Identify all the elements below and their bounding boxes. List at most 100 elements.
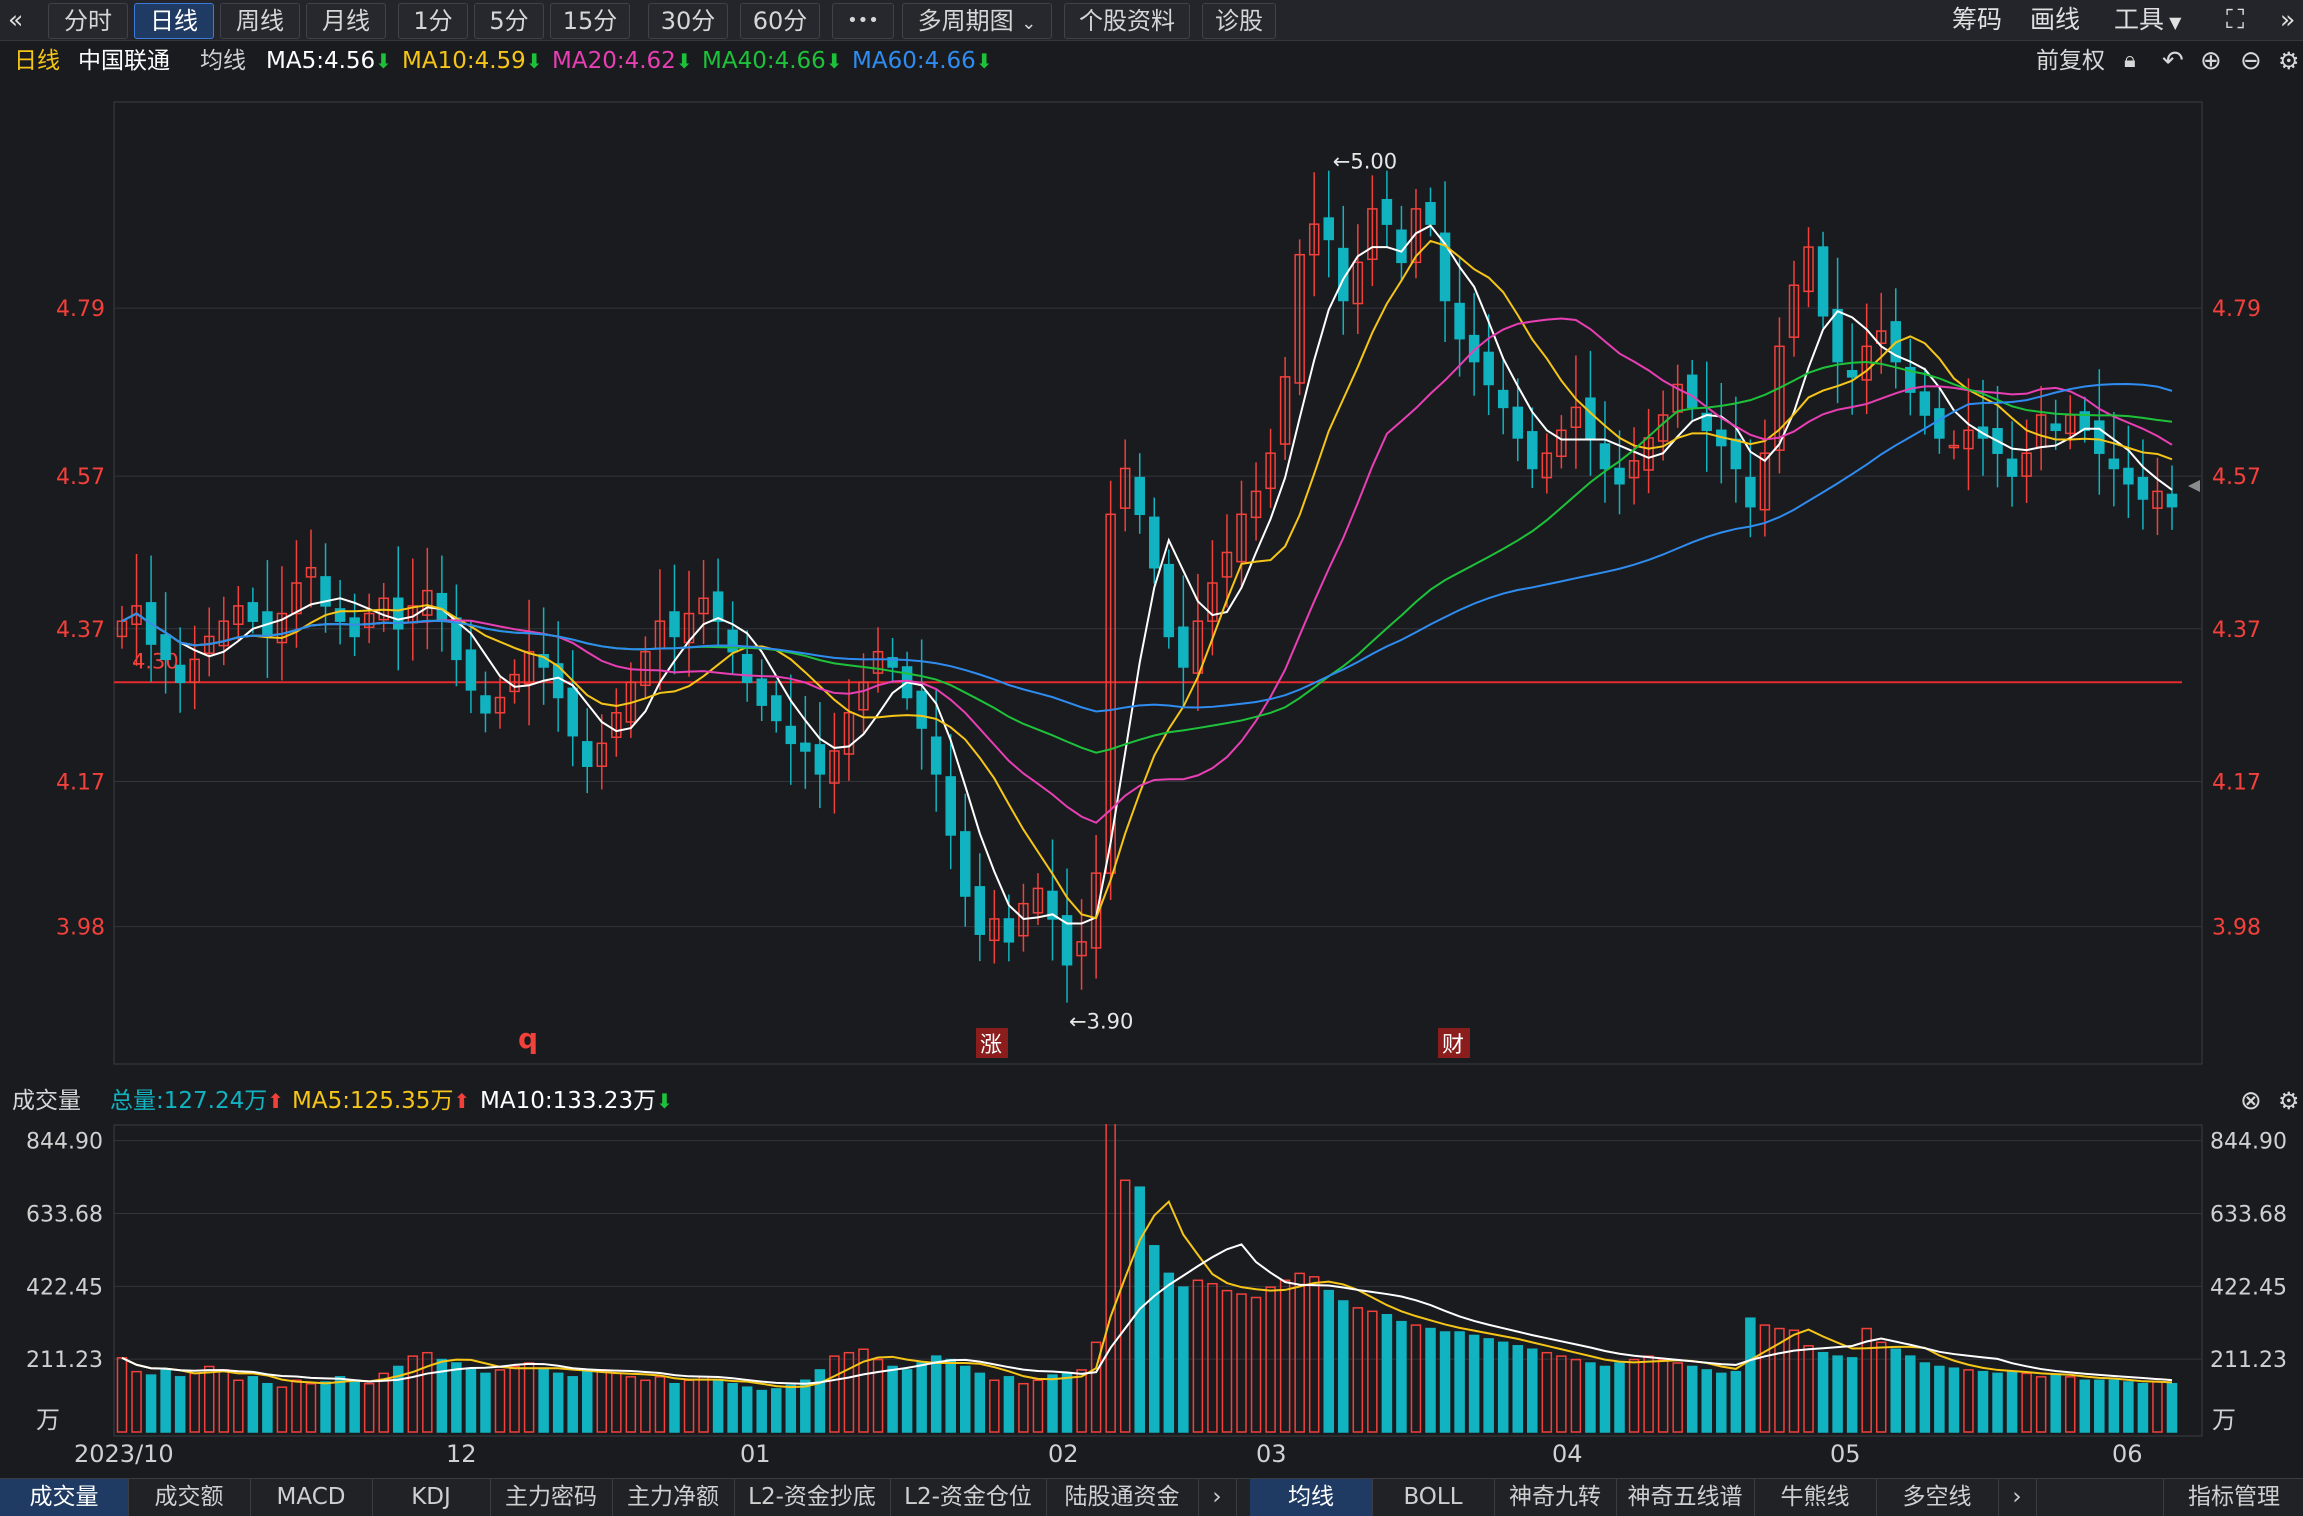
tab-ma[interactable]: 均线 [1250,1479,1373,1516]
diagnose-button[interactable]: 诊股 [1202,3,1276,39]
multi-period-dropdown[interactable]: 多周期图 ⌄ [902,3,1052,39]
tab-five-lines[interactable]: 神奇五线谱 [1616,1479,1755,1516]
zoom-out-icon[interactable]: ⊖ [2240,41,2262,81]
tab-l2-bottom[interactable]: L2-资金抄底 [734,1479,891,1516]
volume-bar [2021,1372,2032,1433]
volume-bar [611,1372,622,1433]
double-chevron-left-icon[interactable]: « [8,3,36,37]
stock-info-button[interactable]: 个股资料 [1064,3,1190,39]
volume-bar [1788,1329,1800,1433]
ma5-text: MA5:4.56 [266,48,376,74]
tab-boll[interactable]: BOLL [1372,1479,1495,1516]
tab-bull-bear[interactable]: 牛熊线 [1754,1479,1877,1516]
ma-title[interactable]: 均线 [200,41,246,81]
volume-bar [770,1388,782,1433]
tools-dropdown[interactable]: 工具 ▼ [2114,3,2181,37]
gear-icon[interactable]: ⚙ [2278,1080,2300,1122]
candle-body [2108,458,2120,470]
volume-bar [1003,1376,1015,1433]
moving-average-lines [121,224,2173,925]
adjust-mode[interactable]: 前复权 [2036,41,2105,81]
volume-bar [523,1362,535,1433]
volume-tick-right: 211.23 [2210,1348,2287,1373]
volume-chart[interactable]: 844.90 844.90 633.68 633.68 422.45 422.45 211.… [0,1124,2303,1440]
volume-bar [2079,1379,2091,1433]
tab-kdj[interactable]: KDJ [372,1479,491,1516]
chevron-right-icon[interactable]: › [1198,1479,1237,1516]
tab-turnover[interactable]: 成交额 [128,1479,251,1516]
period-tab-day[interactable]: 日线 [134,3,214,39]
volume-bar [843,1351,855,1433]
ma40-text: MA40:4.66 [702,48,826,74]
close-icon[interactable]: ⊗ [2240,1080,2262,1122]
volume-bar [1236,1293,1247,1433]
candle-body [727,629,738,653]
draw-line-button[interactable]: 画线 [2030,3,2080,37]
volume-bar [1875,1341,1887,1433]
period-tab-fenshi[interactable]: 分时 [48,3,128,39]
volume-bar [1614,1362,1625,1433]
lock-icon[interactable]: 🔒︎ [2124,41,2136,81]
volume-bar [1439,1331,1451,1433]
period-tab-1min[interactable]: 1分 [398,3,468,39]
price-chart[interactable]: 4.79 4.79 4.57 4.57 4.37 4.37 4.17 4.17 3.98 3.98… [0,82,2303,1068]
volume-bar [1570,1358,1582,1433]
tab-nine-turn[interactable]: 神奇九转 [1494,1479,1617,1516]
zoom-in-icon[interactable]: ⊕ [2200,41,2222,81]
volume-title[interactable]: 成交量 [12,1080,81,1122]
ma40-value: MA40:4.66⬇ [702,41,843,81]
arrow-down-icon: ⬇ [375,49,392,73]
candle-body [1686,374,1698,409]
indicator-manage-button[interactable]: 指标管理 [2163,1479,2303,1516]
volume-bar [1294,1272,1305,1433]
volume-bar [1396,1320,1407,1433]
period-tab-60min[interactable]: 60分 [740,3,820,39]
arrow-down-icon: ⬇ [525,49,543,73]
volume-bar [930,1355,942,1433]
volume-bar [1541,1351,1553,1433]
ma10-line [121,239,2173,920]
candle-body [1134,476,1145,516]
candle-body [465,649,477,691]
volume-bar [1963,1369,1974,1433]
volume-bar [1599,1365,1611,1433]
tab-volume[interactable]: 成交量 [0,1479,129,1516]
volume-bar [1250,1296,1262,1433]
double-chevron-right-icon[interactable]: » [2280,3,2295,37]
candlestick-series [116,170,2178,1003]
fullscreen-icon[interactable]: ⛶ [2226,3,2244,37]
date-label: 04 [1552,1440,1583,1468]
more-periods-button[interactable]: ••• [832,3,894,39]
tab-macd[interactable]: MACD [250,1479,373,1516]
ma20-text: MA20:4.62 [552,48,676,74]
period-tab-month[interactable]: 月线 [306,3,386,39]
tab-northbound[interactable]: 陆股通资金 [1046,1479,1199,1516]
tab-l2-position[interactable]: L2-资金仓位 [890,1479,1047,1516]
period-tab-15min[interactable]: 15分 [550,3,630,39]
chevron-right-icon[interactable]: › [1998,1479,2037,1516]
gear-icon[interactable]: ⚙ [2278,41,2300,81]
tab-long-short[interactable]: 多空线 [1876,1479,1999,1516]
period-tab-5min[interactable]: 5分 [474,3,544,39]
undo-icon[interactable]: ↶ [2162,41,2184,81]
candle-body [1817,246,1829,317]
period-tab-week[interactable]: 周线 [220,3,300,39]
chips-button[interactable]: 筹码 [1952,3,2002,37]
ma5-value: MA5:4.56⬇ [266,41,392,81]
marker-q[interactable]: q [518,1022,538,1055]
tab-main-net[interactable]: 主力净额 [612,1479,735,1516]
volume-bar [960,1365,971,1433]
price-pointer-icon [2188,480,2200,492]
stock-name: 中国联通 [78,48,170,74]
volume-bar [1512,1345,1524,1433]
volume-bar [131,1370,142,1433]
volume-bar [160,1369,171,1433]
tab-main-code[interactable]: 主力密码 [490,1479,613,1516]
period-tab-30min[interactable]: 30分 [648,3,728,39]
price-axis-labels: 4.79 4.79 4.57 4.57 4.37 4.37 4.17 4.17 3.98 3.98 [56,297,2261,940]
volume-bar [1832,1355,1843,1433]
candle-body [1163,563,1175,638]
volume-bar [596,1369,608,1433]
volume-bar [1497,1341,1509,1433]
ma20-value: MA20:4.62⬇ [552,41,693,81]
